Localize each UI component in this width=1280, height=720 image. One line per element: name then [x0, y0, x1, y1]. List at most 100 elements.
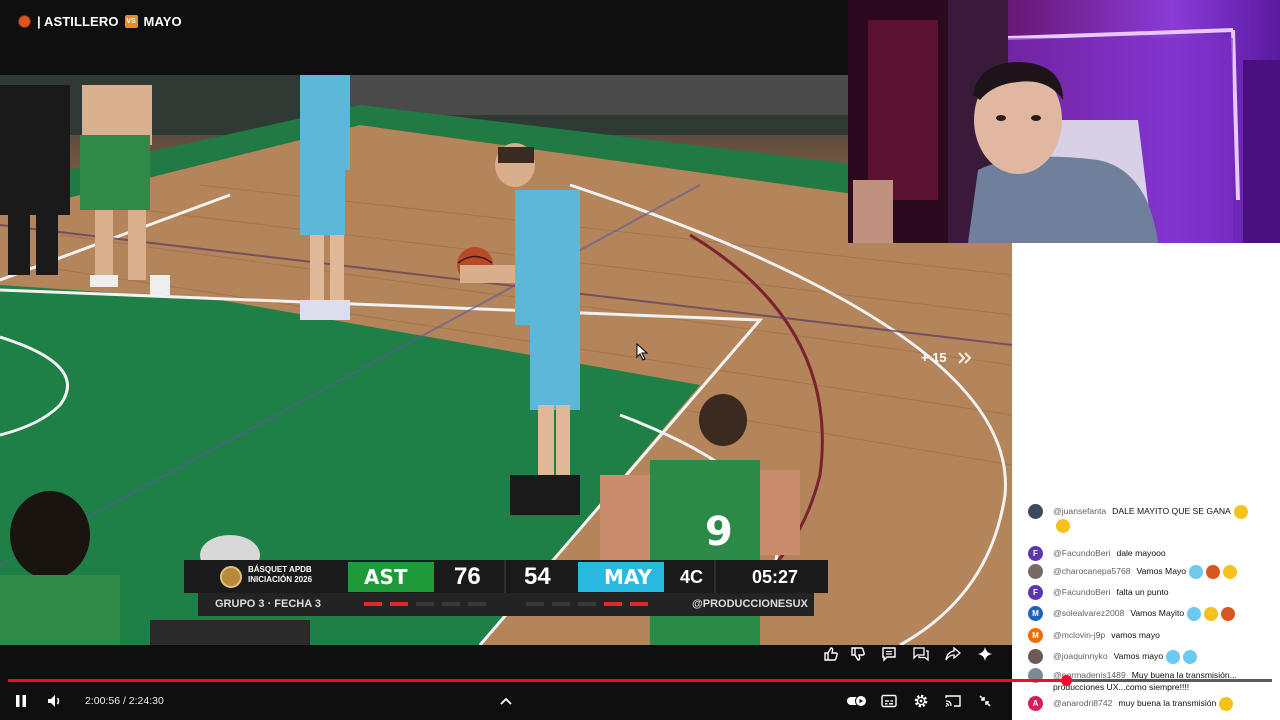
pause-button[interactable]	[12, 692, 30, 710]
chat-avatar[interactable]: F	[1028, 546, 1043, 561]
captions-icon	[881, 694, 897, 708]
home-foul-marker	[364, 602, 382, 606]
producer-handle: @PRODUCCIONESUX	[692, 598, 808, 610]
stream-title-bar: | ASTILLERO VS MAYO	[0, 0, 848, 75]
game-period: 4C	[680, 567, 704, 587]
chapters-button[interactable]	[497, 692, 515, 710]
smiling-face-icon	[1219, 697, 1234, 711]
away-foul-marker	[526, 602, 544, 606]
settings-button[interactable]	[912, 692, 930, 710]
chat-message[interactable]: M @mclovin-j9p vamos mayo	[1028, 628, 1264, 643]
chat-message-body: @solealvarez2008 Vamos Mayito	[1053, 607, 1236, 621]
chat-text: falta un punto	[1116, 587, 1169, 597]
captions-button[interactable]	[880, 692, 898, 710]
chat-author[interactable]: @solealvarez2008	[1053, 608, 1124, 618]
chat-bubbles-icon[interactable]	[912, 645, 930, 663]
home-foul-marker	[390, 602, 408, 606]
seek-forward-label: + 15	[921, 350, 947, 365]
chat-author[interactable]: @mclovin-j9p	[1053, 630, 1105, 640]
chat-text: Vamos mayo	[1113, 651, 1164, 662]
group-and-round: GRUPO 3 · FECHA 3	[215, 598, 321, 610]
chat-author[interactable]: @FacundoBeri	[1053, 587, 1110, 597]
cast-icon	[945, 695, 961, 707]
light-blue-heart-icon	[1189, 565, 1204, 579]
home-team-name: AST	[348, 562, 434, 592]
chat-author[interactable]: @anarodri8742	[1053, 698, 1112, 708]
league-name-line2: INICIACIÓN 2026	[248, 575, 313, 584]
chat-message[interactable]: @charocanepa5768 Vamos Mayo	[1028, 564, 1264, 579]
progress-bar-played	[8, 679, 1067, 682]
chat-avatar[interactable]: M	[1028, 628, 1043, 643]
live-chat-panel: @juansefanta DALE MAYITO QUE SE GANA F @Fac…	[1012, 243, 1280, 720]
chat-message[interactable]: A @anarodri8742 muy buena la transmisión	[1028, 696, 1264, 711]
exit-fullscreen-button[interactable]	[976, 692, 994, 710]
seek-forward-indicator: + 15	[921, 350, 973, 365]
cast-button[interactable]	[944, 692, 962, 710]
volume-button[interactable]	[46, 692, 64, 710]
pause-icon	[16, 695, 26, 707]
basketball-icon	[18, 15, 31, 28]
flexed-biceps-icon	[1233, 505, 1248, 519]
chat-message[interactable]: M @solealvarez2008 Vamos Mayito	[1028, 606, 1264, 621]
chat-message-body: @anarodri8742 muy buena la transmisión	[1053, 697, 1234, 711]
video-player: 9 | ASTILLERO VS MAYO BÁSQUET APDB INICI…	[0, 0, 1280, 720]
stream-title-team1: | ASTILLERO	[37, 14, 119, 29]
chat-message[interactable]: F @FacundoBeri falta un punto	[1028, 585, 1264, 600]
sparkle-icon[interactable]	[976, 645, 994, 663]
chat-text: vamos mayo	[1111, 630, 1160, 640]
chat-avatar[interactable]	[1028, 504, 1043, 519]
away-foul-marker	[630, 602, 648, 606]
chat-avatar[interactable]	[1028, 649, 1043, 664]
home-foul-marker	[468, 602, 486, 606]
share-icon[interactable]	[944, 645, 962, 663]
streamer-camera	[848, 0, 1280, 243]
chat-text: Vamos Mayito	[1130, 608, 1185, 619]
league-name: BÁSQUET APDB INICIACIÓN 2026	[248, 565, 312, 585]
progress-bar[interactable]	[8, 675, 1272, 686]
exit-fullscreen-icon	[979, 695, 991, 707]
chat-message[interactable]: F @FacundoBeri dale mayooo	[1028, 546, 1264, 561]
vs-badge-icon: VS	[124, 15, 138, 28]
chat-author[interactable]: @charocanepa5768	[1053, 566, 1131, 576]
league-name-line1: BÁSQUET APDB	[248, 565, 312, 574]
autoplay-toggle-icon	[847, 695, 867, 707]
time-display: 2:00:56 / 2:24:30	[85, 695, 164, 707]
light-blue-heart-icon	[1166, 650, 1181, 664]
chat-avatar[interactable]	[1028, 564, 1043, 579]
chat-author[interactable]: @FacundoBeri	[1053, 548, 1110, 558]
thumbs-down-icon[interactable]	[849, 645, 867, 663]
chat-message-body: @FacundoBeri falta un punto	[1053, 586, 1169, 598]
mouse-cursor-icon	[636, 343, 649, 361]
league-logo-icon	[220, 566, 242, 588]
chevron-up-icon	[500, 697, 512, 705]
stream-title-team2: MAYO	[143, 14, 182, 29]
webcam-overlay	[848, 0, 1280, 243]
chat-avatar[interactable]: F	[1028, 585, 1043, 600]
home-team-score: 76	[454, 563, 481, 590]
scoreboard-divider	[714, 560, 716, 593]
home-foul-marker	[416, 602, 434, 606]
chat-author[interactable]: @joaquinnyko	[1053, 651, 1108, 661]
flexed-biceps-icon	[1223, 565, 1238, 579]
chat-text: Vamos Mayo	[1136, 566, 1187, 577]
scoreboard: BÁSQUET APDB INICIACIÓN 2026 AST 76 54 M…	[184, 560, 828, 616]
chat-author[interactable]: @juansefanta	[1053, 506, 1106, 516]
jersey-number: 9	[705, 509, 733, 555]
chat-avatar[interactable]: M	[1028, 606, 1043, 621]
thumbs-up-icon[interactable]	[822, 645, 840, 663]
volume-icon	[48, 695, 60, 707]
scoreboard-divider	[504, 560, 506, 593]
comment-icon[interactable]	[880, 645, 898, 663]
chat-message[interactable]: @joaquinnyko Vamos mayo	[1028, 649, 1264, 664]
autoplay-toggle[interactable]	[845, 692, 869, 710]
chat-message[interactable]: @juansefanta DALE MAYITO QUE SE GANA	[1028, 504, 1264, 533]
chat-message-body: @charocanepa5768 Vamos Mayo	[1053, 565, 1238, 579]
chat-text: muy buena la transmisión	[1118, 698, 1217, 709]
chat-text: DALE MAYITO QUE SE GANA	[1112, 506, 1231, 517]
light-blue-heart-icon	[1183, 650, 1198, 664]
chat-avatar[interactable]: A	[1028, 696, 1043, 711]
basketball-icon	[1221, 607, 1236, 621]
raising-hands-icon	[1056, 519, 1070, 533]
gear-icon	[914, 694, 928, 708]
basketball-icon	[1206, 565, 1221, 579]
